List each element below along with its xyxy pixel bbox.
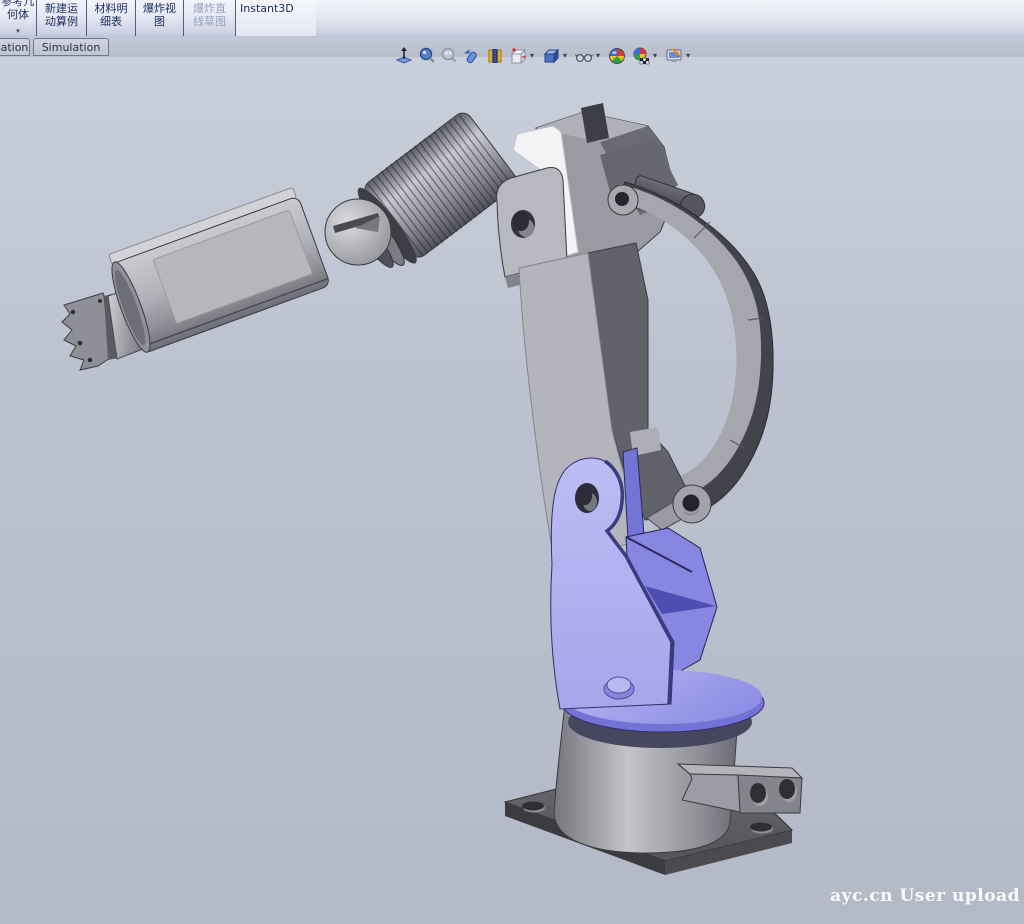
application-window: 参考几 何体 ▾ 新建运 动算例 材料明 细表 爆炸视 图 爆炸直 [0,0,1024,924]
view-orientation-icon[interactable] [507,46,529,66]
display-style-dropdown[interactable]: ▾ [563,52,567,60]
apply-scene-dropdown[interactable]: ▾ [653,52,657,60]
view-settings-dropdown[interactable]: ▾ [686,52,690,60]
hide-show-items-dropdown[interactable]: ▾ [596,52,600,60]
new-motion-study-button[interactable]: 新建运 动算例 [36,0,86,36]
button-label-line2: 细表 [87,15,135,28]
button-label-line1: 爆炸视 [136,2,183,15]
section-view-icon[interactable] [482,46,507,66]
view-orientation-dropdown[interactable]: ▾ [530,52,534,60]
dropdown-arrow-icon[interactable]: ▾ [0,28,36,35]
button-label-line2: 动算例 [37,15,86,28]
previous-view-icon[interactable] [459,46,482,66]
button-label: Instant3D [240,2,316,15]
instant3d-button[interactable]: Instant3D [235,0,316,36]
watermark-text: ayc.cn User upload [830,886,1020,906]
viewport-3d-model[interactable] [0,0,1024,924]
button-label-line1: 材料明 [87,2,135,15]
tab-clipped[interactable]: ation [0,38,30,56]
button-label-line1: 参考几 [0,0,36,8]
button-label-line2: 图 [136,15,183,28]
tab-simulation[interactable]: Simulation [33,38,109,56]
explode-line-sketch-button: 爆炸直 线草图 [183,0,235,36]
tab-label: Simulation [42,41,101,54]
button-label-line1: 新建运 [37,2,86,15]
zoom-in-out-icon[interactable] [438,46,459,66]
apply-scene-icon[interactable] [630,46,652,66]
view-settings-icon[interactable] [663,46,685,66]
display-style-icon[interactable] [540,46,562,66]
forearm-housing [102,187,331,356]
button-label-line2: 何体 [0,8,36,21]
hide-show-items-icon[interactable] [573,46,595,66]
reference-geometry-button[interactable]: 参考几 何体 ▾ [0,0,36,36]
exploded-view-button[interactable]: 爆炸视 图 [135,0,183,36]
bill-of-materials-button[interactable]: 材料明 细表 [86,0,135,36]
button-label-line2: 线草图 [184,15,235,28]
edit-appearance-icon[interactable] [606,46,628,66]
heads-up-view-toolbar: ▾ ▾ ▾ [393,44,692,68]
button-label-line1: 爆炸直 [184,2,235,15]
zoom-to-area-icon[interactable] [415,46,438,66]
tab-label: ation [1,41,29,54]
zoom-to-fit-icon[interactable] [393,46,415,66]
command-manager-toolbar: 参考几 何体 ▾ 新建运 动算例 材料明 细表 爆炸视 图 爆炸直 [0,0,1024,38]
linkage-boss [673,485,711,523]
